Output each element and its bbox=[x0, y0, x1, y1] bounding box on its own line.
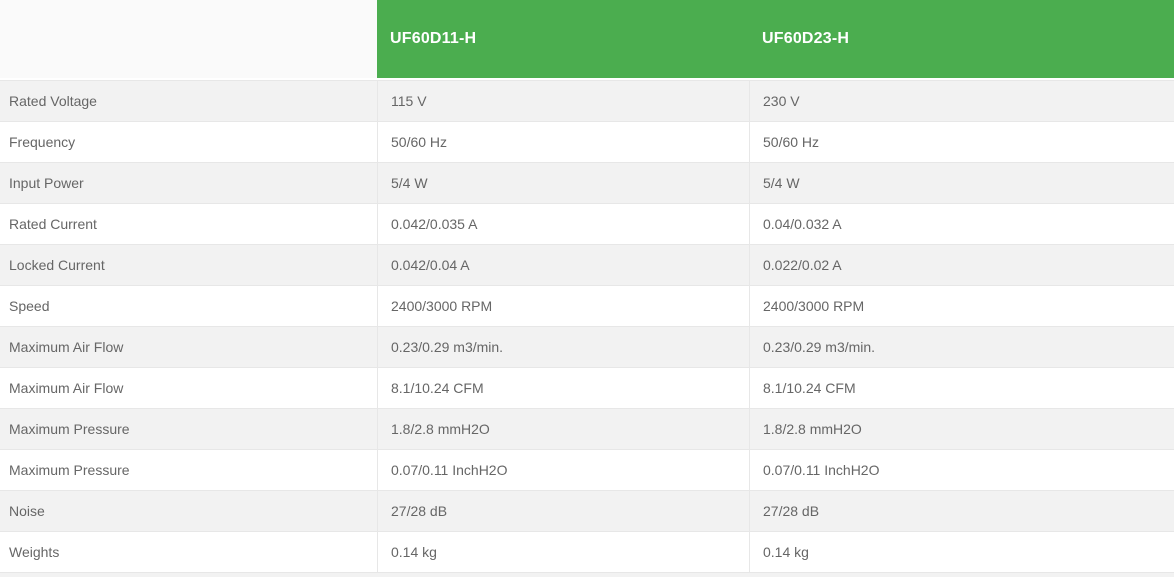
row-label: Weights bbox=[0, 532, 377, 572]
row-label: Maximum Air Flow bbox=[0, 327, 377, 367]
cell-value-uf60d11: 5/4 W bbox=[377, 163, 749, 203]
table-row: Noise27/28 dB27/28 dB bbox=[0, 490, 1174, 531]
column-header-label: UF60D11-H bbox=[390, 30, 476, 48]
table-row: Maximum Pressure0.07/0.11 InchH2O0.07/0.… bbox=[0, 449, 1174, 490]
row-label: Noise bbox=[0, 491, 377, 531]
row-label: Rated Current bbox=[0, 204, 377, 244]
empty-header-cell bbox=[0, 0, 377, 78]
table-header-row: UF60D11-H UF60D23-H bbox=[0, 0, 1174, 78]
table-row: Rated Voltage115 V230 V bbox=[0, 80, 1174, 121]
cell-value-uf60d23: 0.022/0.02 A bbox=[749, 245, 1174, 285]
cell-value-uf60d11: 0.042/0.035 A bbox=[377, 204, 749, 244]
cell-value-uf60d11: 0.14 kg bbox=[377, 532, 749, 572]
cell-value-uf60d23: 1.8/2.8 mmH2O bbox=[749, 409, 1174, 449]
cell-value-uf60d23: 8.1/10.24 CFM bbox=[749, 368, 1174, 408]
spec-table: UF60D11-H UF60D23-H Rated Voltage115 V23… bbox=[0, 0, 1174, 577]
table-row: Locked Current0.042/0.04 A0.022/0.02 A bbox=[0, 244, 1174, 285]
column-header-uf60d23: UF60D23-H bbox=[749, 0, 1174, 78]
cell-value-uf60d11: 50/60 Hz bbox=[377, 122, 749, 162]
cell-value-uf60d11: 0.042/0.04 A bbox=[377, 245, 749, 285]
table-row: Maximum Pressure1.8/2.8 mmH2O1.8/2.8 mmH… bbox=[0, 408, 1174, 449]
table-row: Maximum Air Flow0.23/0.29 m3/min.0.23/0.… bbox=[0, 326, 1174, 367]
table-row: Rated Current0.042/0.035 A0.04/0.032 A bbox=[0, 203, 1174, 244]
cell-value-uf60d23: 0.04/0.032 A bbox=[749, 204, 1174, 244]
column-header-label: UF60D23-H bbox=[762, 30, 849, 48]
cell-value-uf60d23: 50/60 Hz bbox=[749, 122, 1174, 162]
table-row: Speed2400/3000 RPM2400/3000 RPM bbox=[0, 285, 1174, 326]
cell-value-uf60d23: 0.23/0.29 m3/min. bbox=[749, 327, 1174, 367]
row-label: Frequency bbox=[0, 122, 377, 162]
cell-value-uf60d23: 230 V bbox=[749, 81, 1174, 121]
cell-value-uf60d23: 5/4 W bbox=[749, 163, 1174, 203]
table-row: Frequency50/60 Hz50/60 Hz bbox=[0, 121, 1174, 162]
row-label: Maximum Air Flow bbox=[0, 368, 377, 408]
cell-value-uf60d11: 0.23/0.29 m3/min. bbox=[377, 327, 749, 367]
column-header-uf60d11: UF60D11-H bbox=[377, 0, 749, 78]
cell-value-uf60d23: 0.07/0.11 InchH2O bbox=[749, 450, 1174, 490]
cell-value-uf60d23: 0.14 kg bbox=[749, 532, 1174, 572]
row-label: Locked Current bbox=[0, 245, 377, 285]
table-row: Maximum Air Flow8.1/10.24 CFM8.1/10.24 C… bbox=[0, 367, 1174, 408]
cell-value-uf60d23: 2400/3000 RPM bbox=[749, 286, 1174, 326]
row-label: Speed bbox=[0, 286, 377, 326]
row-label: Rated Voltage bbox=[0, 81, 377, 121]
row-label: Input Power bbox=[0, 163, 377, 203]
table-body: Rated Voltage115 V230 VFrequency50/60 Hz… bbox=[0, 80, 1174, 572]
partial-next-row-strip bbox=[0, 572, 1174, 577]
table-row: Input Power5/4 W5/4 W bbox=[0, 162, 1174, 203]
cell-value-uf60d11: 2400/3000 RPM bbox=[377, 286, 749, 326]
cell-value-uf60d11: 1.8/2.8 mmH2O bbox=[377, 409, 749, 449]
cell-value-uf60d23: 27/28 dB bbox=[749, 491, 1174, 531]
table-row: Weights0.14 kg0.14 kg bbox=[0, 531, 1174, 572]
cell-value-uf60d11: 8.1/10.24 CFM bbox=[377, 368, 749, 408]
cell-value-uf60d11: 0.07/0.11 InchH2O bbox=[377, 450, 749, 490]
row-label: Maximum Pressure bbox=[0, 409, 377, 449]
cell-value-uf60d11: 115 V bbox=[377, 81, 749, 121]
row-label: Maximum Pressure bbox=[0, 450, 377, 490]
cell-value-uf60d11: 27/28 dB bbox=[377, 491, 749, 531]
